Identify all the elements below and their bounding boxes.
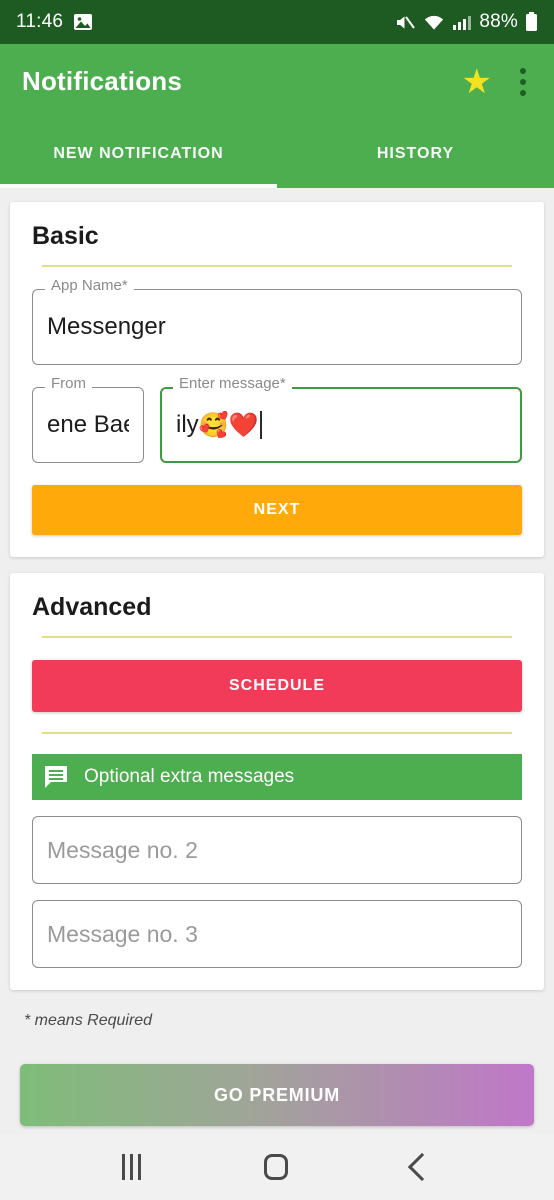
from-label: From (45, 376, 92, 391)
more-vertical-icon[interactable] (514, 67, 532, 96)
basic-card: Basic App Name* Messenger From ene Bae E… (10, 202, 544, 557)
tab-bar: NEW NOTIFICATION HISTORY (0, 119, 554, 188)
cellular-signal-icon (452, 13, 472, 32)
next-button[interactable]: NEXT (32, 485, 522, 535)
status-bar-clock: 11:46 (16, 11, 64, 32)
from-value: ene Bae (47, 411, 129, 438)
star-icon[interactable]: ★ (462, 65, 492, 99)
advanced-card-title: Advanced (32, 593, 152, 621)
message-2-placeholder: Message no. 2 (47, 836, 198, 863)
basic-divider (42, 265, 512, 267)
message-2-input[interactable]: Message no. 2 (32, 816, 522, 884)
required-note: * means Required (24, 1012, 153, 1029)
app-root: 11:46 88% Notifications ★ NEW NOTIFICATI… (0, 0, 554, 1200)
tab-new-notification-label: NEW NOTIFICATION (53, 144, 224, 162)
status-bar-left: 11:46 (16, 11, 93, 33)
advanced-card: Advanced SCHEDULE Optional extra message… (10, 573, 544, 990)
message-emoji: 🥰❤️ (198, 411, 259, 439)
schedule-button[interactable]: SCHEDULE (32, 660, 522, 712)
message-value: ily (176, 411, 199, 438)
app-name-value: Messenger (47, 313, 166, 340)
status-bar-right: 88% (395, 11, 538, 33)
page-title: Notifications (22, 66, 183, 96)
go-premium-label: GO PREMIUM (213, 1084, 340, 1105)
message-field[interactable]: Enter message* ily 🥰❤️ (160, 376, 522, 463)
app-bar-actions: ★ (462, 65, 532, 99)
advanced-divider-top (42, 636, 512, 638)
battery-percent-label: 88% (479, 11, 518, 32)
home-icon[interactable] (264, 1154, 289, 1180)
go-premium-button[interactable]: GO PREMIUM (20, 1064, 534, 1126)
volume-mute-icon (395, 13, 416, 32)
scroll-content: Basic App Name* Messenger From ene Bae E… (0, 188, 554, 1134)
schedule-button-label: SCHEDULE (228, 677, 325, 694)
from-input-box[interactable]: ene Bae (32, 387, 144, 463)
tab-history[interactable]: HISTORY (277, 119, 554, 188)
recents-icon[interactable] (121, 1154, 141, 1180)
optional-extra-messages-label: Optional extra messages (84, 766, 295, 787)
next-button-label: NEXT (253, 501, 301, 518)
back-icon[interactable] (407, 1152, 437, 1182)
premium-button-wrap: GO PREMIUM (0, 1030, 554, 1126)
battery-icon (525, 12, 538, 32)
app-name-label: App Name* (45, 278, 134, 293)
optional-extra-messages-bar: Optional extra messages (32, 754, 522, 800)
system-nav-bar (0, 1134, 554, 1200)
message-input-box[interactable]: ily 🥰❤️ (160, 387, 522, 463)
message-3-input[interactable]: Message no. 3 (32, 900, 522, 968)
message-label: Enter message* (173, 376, 292, 391)
basic-card-title: Basic (32, 222, 99, 250)
wifi-icon (423, 13, 445, 32)
from-message-row: From ene Bae Enter message* ily 🥰❤️ (32, 376, 522, 463)
app-name-input-box[interactable]: Messenger (32, 289, 522, 365)
tab-new-notification[interactable]: NEW NOTIFICATION (0, 119, 277, 188)
from-field[interactable]: From ene Bae (32, 376, 144, 463)
status-bar: 11:46 88% (0, 0, 554, 44)
message-bubble-icon (44, 765, 70, 789)
app-bar: Notifications ★ (0, 44, 554, 119)
message-3-placeholder: Message no. 3 (47, 920, 198, 947)
image-notification-icon (73, 13, 93, 31)
advanced-divider-bottom (42, 732, 512, 734)
tab-history-label: HISTORY (376, 144, 455, 162)
app-name-field[interactable]: App Name* Messenger (32, 278, 522, 365)
text-caret (260, 411, 263, 439)
